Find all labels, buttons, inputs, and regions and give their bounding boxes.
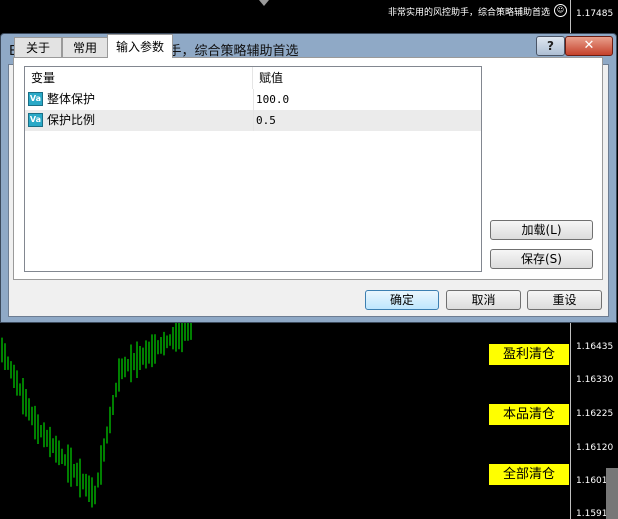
take-profit-close-button[interactable]: 盈利清仓 xyxy=(489,344,569,365)
save-button[interactable]: 保存(S) xyxy=(490,249,593,269)
column-header-variable[interactable]: 变量 xyxy=(25,67,253,89)
price-label: 1.16330 xyxy=(576,375,614,385)
symbol-close-button[interactable]: 本品清仓 xyxy=(489,404,569,425)
tab-inputs[interactable]: 输入参数 xyxy=(107,34,173,58)
column-header-value[interactable]: 赋值 xyxy=(253,67,481,89)
smiley-icon: ☺ xyxy=(554,4,567,17)
variable-icon: Va xyxy=(28,92,43,106)
close-all-button[interactable]: 全部清仓 xyxy=(489,464,569,485)
table-row[interactable]: Va 整体保护 100.0 xyxy=(25,89,481,110)
price-label: 1.16120 xyxy=(576,443,614,453)
parameter-name: 整体保护 xyxy=(47,92,96,106)
chart-scrollbar[interactable] xyxy=(606,468,618,519)
variable-icon: Va xyxy=(28,113,43,127)
cancel-button[interactable]: 取消 xyxy=(446,290,521,310)
price-label: 1.17485 xyxy=(576,9,614,19)
parameter-value[interactable]: 100.0 xyxy=(253,89,481,110)
tab-about[interactable]: 关于 xyxy=(14,37,62,57)
price-label: 1.16225 xyxy=(576,409,614,419)
tab-common[interactable]: 常用 xyxy=(62,37,108,57)
parameters-grid: 变量 赋值 Va 整体保护 100.0 Va 保护比例 0.5 xyxy=(24,66,482,272)
help-button[interactable]: ? xyxy=(536,36,565,56)
reset-button[interactable]: 重设 xyxy=(527,290,602,310)
ok-button[interactable]: 确定 xyxy=(365,290,439,310)
parameter-name: 保护比例 xyxy=(47,113,96,127)
load-button[interactable]: 加载(L) xyxy=(490,220,593,240)
chart-caption: 非常实用的风控助手，综合策略辅助首选 xyxy=(388,8,551,18)
chart-shift-marker-icon xyxy=(259,0,269,6)
parameter-value[interactable]: 0.5 xyxy=(253,110,481,131)
price-label: 1.16435 xyxy=(576,342,614,352)
grid-header: 变量 赋值 xyxy=(25,67,481,90)
close-button[interactable]: ✕ xyxy=(565,36,613,56)
table-row[interactable]: Va 保护比例 0.5 xyxy=(25,110,481,131)
